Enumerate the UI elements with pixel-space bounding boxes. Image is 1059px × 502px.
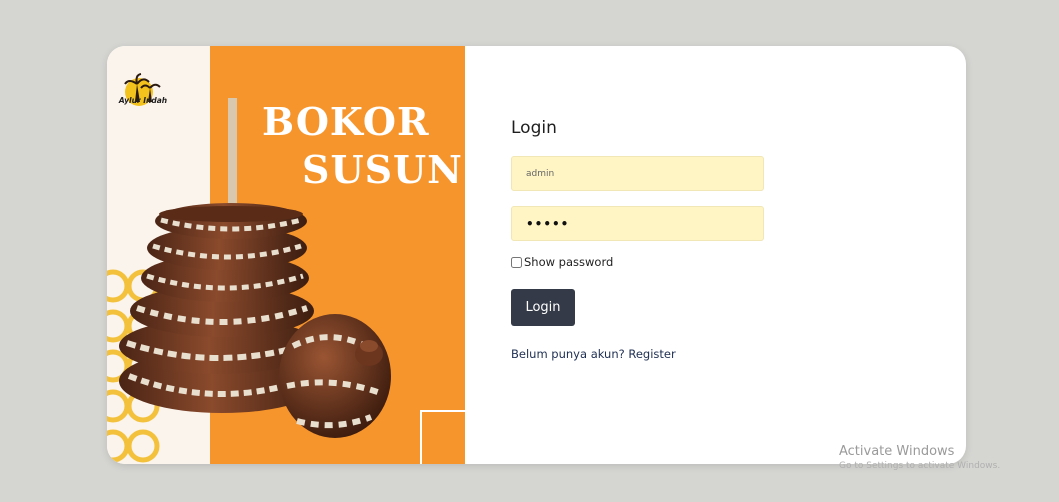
hero-banner: BOKOR SUSUN Aylur Indah bbox=[107, 46, 465, 464]
logo-text: Aylur Indah bbox=[118, 96, 168, 105]
show-password-label: Show password bbox=[524, 255, 614, 269]
login-card: BOKOR SUSUN Aylur Indah Login admin ••••… bbox=[107, 46, 966, 464]
watermark-line1: Activate Windows bbox=[839, 444, 955, 459]
show-password-row[interactable]: Show password bbox=[511, 255, 771, 269]
register-link[interactable]: Belum punya akun? Register bbox=[511, 347, 676, 361]
windows-activation-watermark: Activate Windows Go to Settings to activ… bbox=[839, 444, 1000, 471]
login-form: Login Show password Login Belum punya ak… bbox=[511, 118, 771, 361]
login-button[interactable]: Login bbox=[511, 289, 575, 326]
password-input[interactable] bbox=[511, 206, 764, 241]
login-title: Login bbox=[511, 118, 557, 138]
username-input[interactable] bbox=[511, 156, 764, 191]
show-password-checkbox[interactable] bbox=[511, 256, 522, 268]
logo-palm-icon bbox=[124, 73, 161, 106]
register-prompt: Belum punya akun? Register bbox=[511, 347, 771, 361]
watermark-line2: Go to Settings to activate Windows. bbox=[839, 461, 1001, 471]
